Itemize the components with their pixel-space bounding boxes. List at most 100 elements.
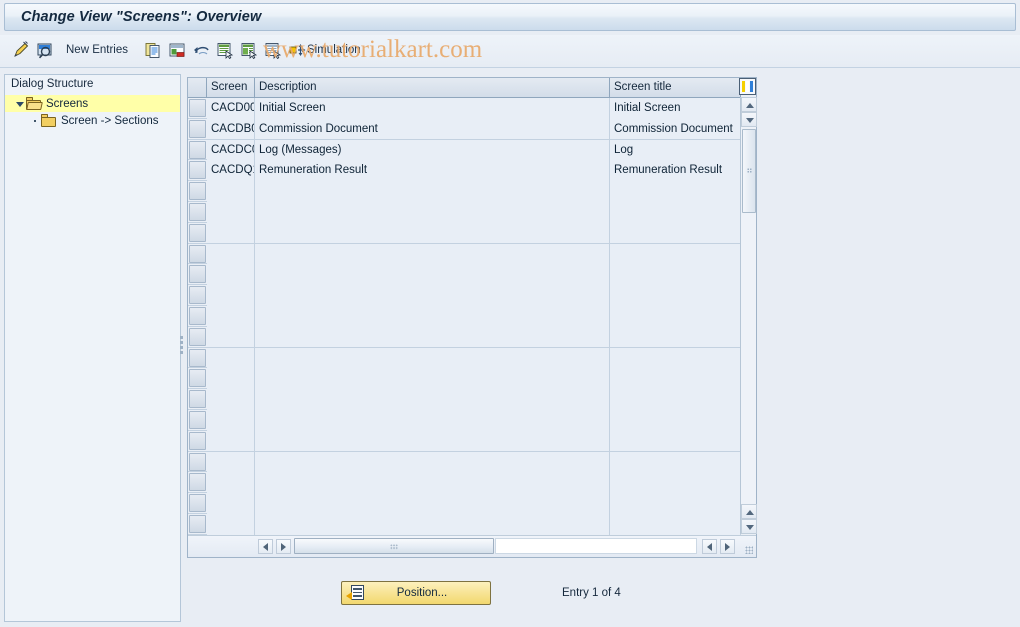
new-entries-button[interactable]: New Entries xyxy=(64,39,130,61)
grid-horizontal-scrollbar[interactable] xyxy=(188,535,756,557)
table-row[interactable] xyxy=(188,243,741,265)
scroll-down-button[interactable] xyxy=(741,112,757,127)
cell-description[interactable] xyxy=(255,181,610,202)
table-row[interactable] xyxy=(188,451,741,473)
select-block-button[interactable] xyxy=(241,39,258,61)
table-row[interactable] xyxy=(188,389,741,410)
resize-grip[interactable] xyxy=(745,546,753,554)
cell-screen[interactable]: CACDB0 xyxy=(207,118,255,140)
cell-description[interactable] xyxy=(255,201,610,223)
cell-description[interactable] xyxy=(255,389,610,410)
table-row[interactable]: CACD00 Initial Screen Initial Screen xyxy=(188,98,741,119)
cell-screen-title[interactable] xyxy=(610,493,741,514)
cell-screen-title[interactable] xyxy=(610,472,741,494)
hscroll-right-button[interactable] xyxy=(276,539,291,554)
row-select-button[interactable] xyxy=(189,390,206,409)
cell-description[interactable]: Log (Messages) xyxy=(255,139,610,161)
cell-screen-title[interactable] xyxy=(610,513,741,535)
row-select-button[interactable] xyxy=(189,410,206,429)
cell-description[interactable]: Remuneration Result xyxy=(255,160,610,182)
cell-screen[interactable] xyxy=(207,472,255,494)
cell-description[interactable] xyxy=(255,493,610,514)
cell-screen[interactable] xyxy=(207,368,255,390)
scroll-page-up-button[interactable] xyxy=(741,504,757,519)
sidebar-item-screen-sections[interactable]: Screen -> Sections xyxy=(5,112,180,129)
row-select-button[interactable] xyxy=(189,161,206,180)
row-select-button[interactable] xyxy=(189,348,206,367)
cell-screen-title[interactable] xyxy=(610,409,741,431)
row-select-button[interactable] xyxy=(189,327,206,346)
row-select-button[interactable] xyxy=(189,140,206,159)
cell-description[interactable]: Commission Document xyxy=(255,118,610,140)
cell-description[interactable] xyxy=(255,451,610,473)
hscroll-left-button-2[interactable] xyxy=(702,539,717,554)
cell-screen-title[interactable] xyxy=(610,305,741,327)
position-button[interactable]: Position... xyxy=(341,581,491,605)
table-row[interactable]: CACDQ1 Remuneration Result Remuneration Re… xyxy=(188,160,741,182)
chevron-down-icon[interactable] xyxy=(15,98,26,109)
row-select-button[interactable] xyxy=(189,182,206,201)
cell-screen[interactable] xyxy=(207,451,255,473)
cell-screen-title[interactable] xyxy=(610,264,741,286)
grid-header-description[interactable]: Description xyxy=(255,78,610,97)
select-all-button[interactable] xyxy=(217,39,234,61)
row-select-button[interactable] xyxy=(189,265,206,284)
cell-description[interactable] xyxy=(255,347,610,369)
row-select-button[interactable] xyxy=(189,473,206,492)
row-select-button[interactable] xyxy=(189,514,206,533)
cell-description[interactable] xyxy=(255,409,610,431)
row-select-button[interactable] xyxy=(189,306,206,325)
cell-description[interactable] xyxy=(255,305,610,327)
table-row[interactable] xyxy=(188,430,741,452)
table-row[interactable] xyxy=(188,264,741,286)
scroll-up-button[interactable] xyxy=(741,97,757,112)
cell-screen[interactable] xyxy=(207,305,255,327)
cell-screen[interactable] xyxy=(207,222,255,244)
cell-screen-title[interactable] xyxy=(610,430,741,452)
cell-screen[interactable] xyxy=(207,181,255,202)
cell-screen-title[interactable] xyxy=(610,326,741,348)
cell-screen[interactable]: CACDC0 xyxy=(207,139,255,161)
cell-description[interactable] xyxy=(255,326,610,348)
display-mode-button[interactable] xyxy=(36,39,52,61)
row-select-button[interactable] xyxy=(189,286,206,305)
cell-screen-title[interactable] xyxy=(610,222,741,244)
cell-description[interactable] xyxy=(255,222,610,244)
table-row[interactable] xyxy=(188,368,741,390)
cell-description[interactable] xyxy=(255,430,610,452)
cell-screen-title[interactable]: Remuneration Result xyxy=(610,160,741,182)
cell-screen[interactable] xyxy=(207,493,255,514)
cell-screen[interactable] xyxy=(207,409,255,431)
cell-screen-title[interactable]: Log xyxy=(610,139,741,161)
sidebar-item-screens[interactable]: Screens xyxy=(5,95,180,112)
table-row[interactable] xyxy=(188,472,741,494)
table-row[interactable]: CACDC0 Log (Messages) Log xyxy=(188,139,741,161)
panel-splitter[interactable] xyxy=(179,334,184,358)
cell-description[interactable]: Initial Screen xyxy=(255,98,610,119)
table-row[interactable]: CACDB0 Commission Document Commission Docu… xyxy=(188,118,741,140)
row-select-button[interactable] xyxy=(189,452,206,471)
table-row[interactable] xyxy=(188,222,741,244)
cell-screen-title[interactable] xyxy=(610,451,741,473)
table-row[interactable] xyxy=(188,513,741,535)
cell-screen[interactable] xyxy=(207,513,255,535)
vertical-scroll-thumb[interactable] xyxy=(742,129,756,213)
grid-vertical-scrollbar[interactable] xyxy=(740,97,757,534)
copy-as-button[interactable] xyxy=(145,39,161,61)
table-row[interactable] xyxy=(188,181,741,202)
cell-screen[interactable] xyxy=(207,347,255,369)
row-select-button[interactable] xyxy=(189,431,206,450)
row-select-button[interactable] xyxy=(189,119,206,138)
delete-button[interactable] xyxy=(169,39,185,61)
cell-screen-title[interactable] xyxy=(610,181,741,202)
cell-screen-title[interactable]: Commission Document xyxy=(610,118,741,140)
table-row[interactable] xyxy=(188,285,741,306)
cell-screen[interactable] xyxy=(207,389,255,410)
cell-screen-title[interactable] xyxy=(610,201,741,223)
cell-description[interactable] xyxy=(255,472,610,494)
scroll-page-down-button[interactable] xyxy=(741,519,757,534)
row-select-button[interactable] xyxy=(189,369,206,388)
column-config-icon[interactable] xyxy=(739,78,756,95)
cell-screen[interactable] xyxy=(207,430,255,452)
table-row[interactable] xyxy=(188,347,741,369)
